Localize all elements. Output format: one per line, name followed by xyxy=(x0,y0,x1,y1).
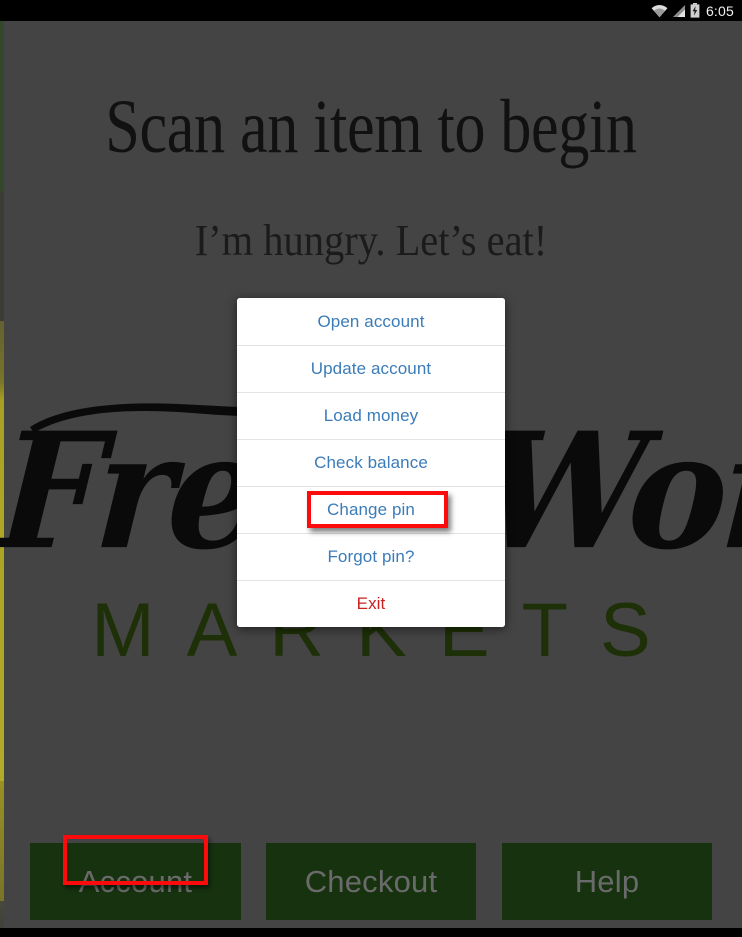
page-subtitle: I’m hungry. Let’s eat! xyxy=(194,216,548,265)
menu-item-forgot-pin[interactable]: Forgot pin? xyxy=(237,533,505,580)
wifi-icon xyxy=(651,4,668,18)
help-button[interactable]: Help xyxy=(502,843,712,920)
status-bar: 6:05 xyxy=(0,0,742,21)
account-highlight-box xyxy=(63,835,208,885)
menu-item-open-account[interactable]: Open account xyxy=(237,298,505,345)
menu-item-load-money[interactable]: Load money xyxy=(237,392,505,439)
menu-item-check-balance[interactable]: Check balance xyxy=(237,439,505,486)
device-screen: Scan an item to begin I’m hungry. Let’s … xyxy=(0,0,742,937)
status-bar-clock: 6:05 xyxy=(705,2,734,19)
system-navigation-bar xyxy=(0,928,742,937)
account-menu-dialog: Open account Update account Load money C… xyxy=(237,298,505,627)
cellular-signal-icon xyxy=(672,4,686,18)
checkout-button[interactable]: Checkout xyxy=(266,843,476,920)
menu-item-change-pin[interactable]: Change pin xyxy=(237,486,505,533)
menu-item-exit[interactable]: Exit xyxy=(237,580,505,627)
battery-charging-icon xyxy=(690,3,700,18)
menu-item-update-account[interactable]: Update account xyxy=(237,345,505,392)
page-title: Scan an item to begin xyxy=(105,85,637,169)
